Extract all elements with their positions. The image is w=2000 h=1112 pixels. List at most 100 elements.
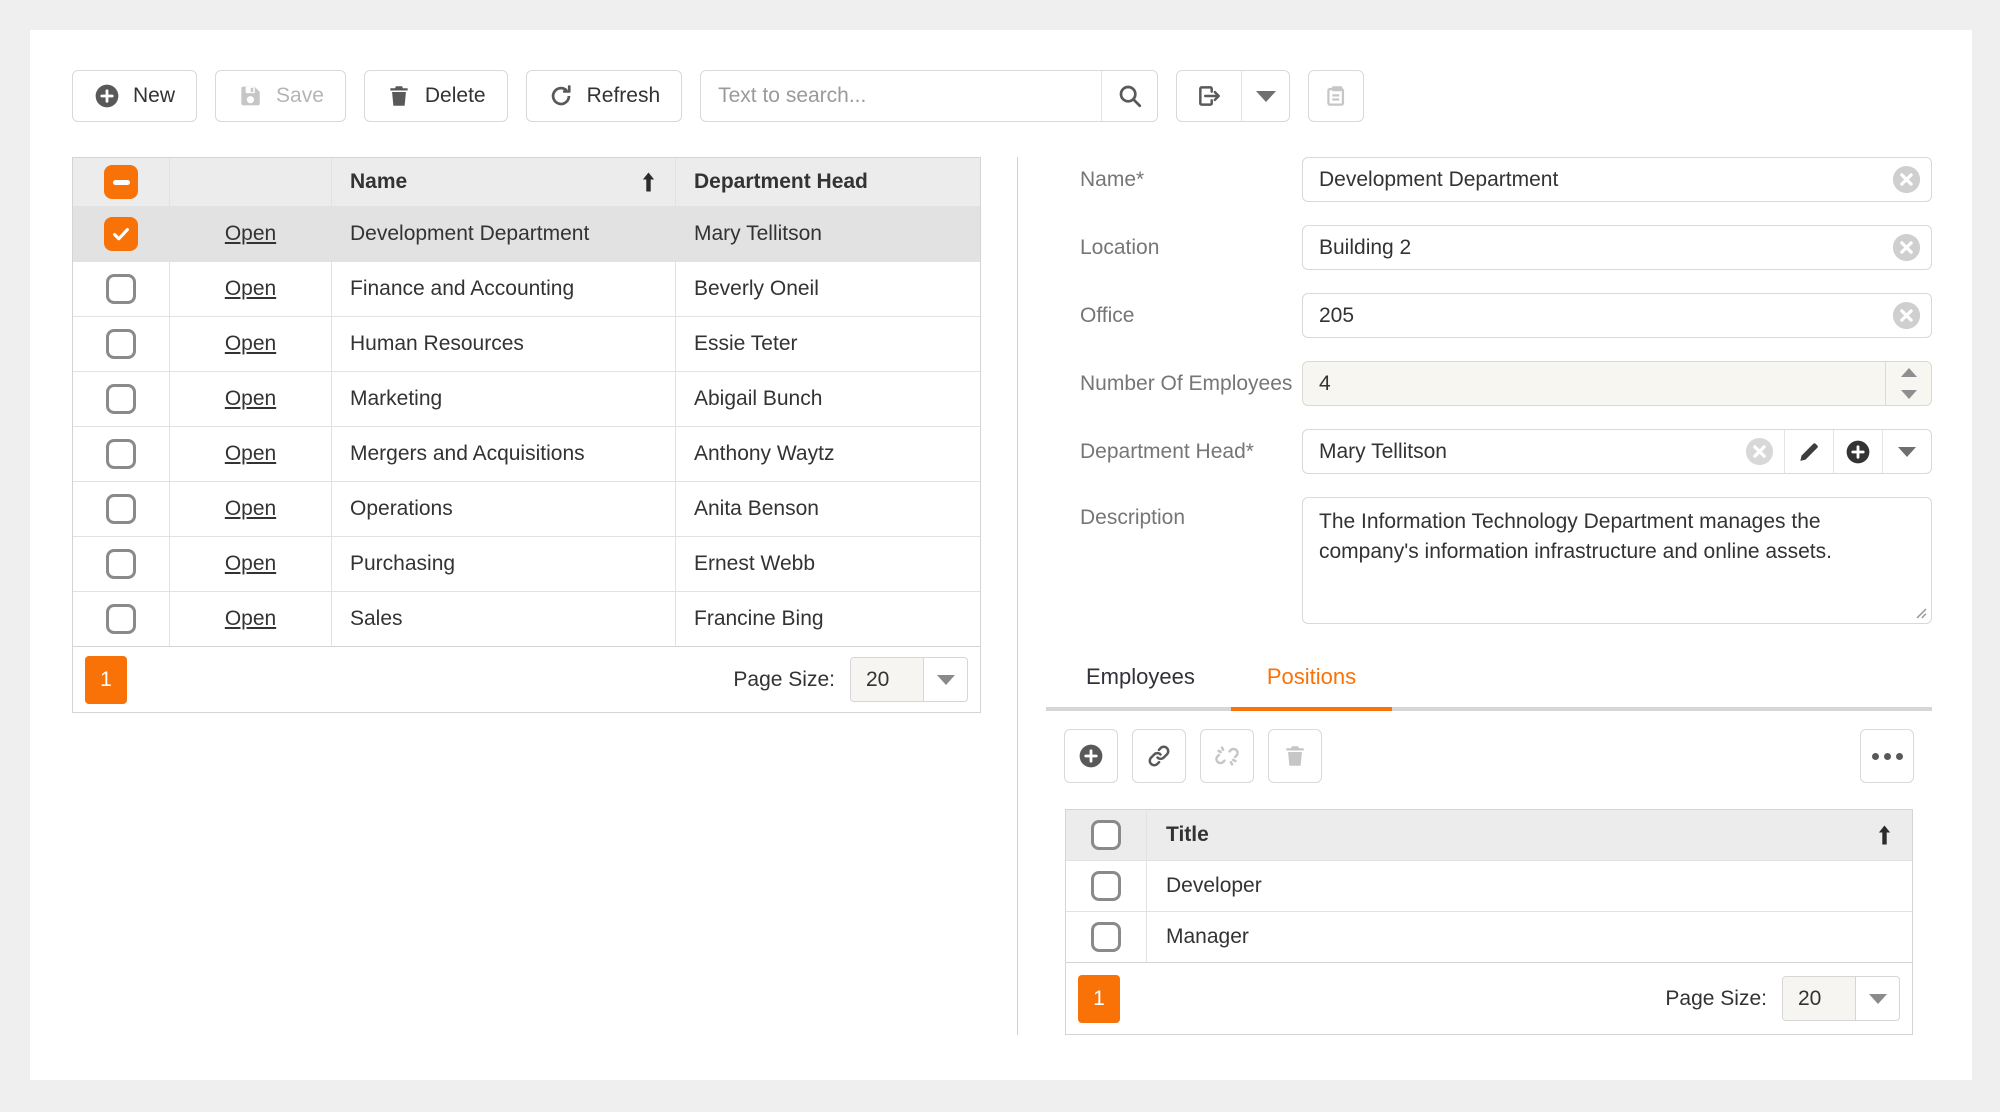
- row-checkbox[interactable]: [106, 439, 136, 469]
- spin-down-button[interactable]: [1886, 384, 1931, 406]
- lookup-dropdown-button[interactable]: [1882, 430, 1931, 473]
- page-1-button[interactable]: 1: [85, 656, 127, 704]
- main-toolbar: New Save Delete Refresh: [72, 70, 1364, 122]
- office-input[interactable]: [1303, 304, 1891, 328]
- title-column-header[interactable]: Title: [1146, 810, 1912, 860]
- open-link[interactable]: Open: [225, 552, 276, 576]
- name-column-label: Name: [350, 170, 407, 194]
- resize-handle-icon[interactable]: [1916, 608, 1927, 619]
- number-of-employees-input[interactable]: [1303, 372, 1885, 396]
- search-box: [700, 70, 1158, 122]
- table-row[interactable]: Open Human Resources Essie Teter: [73, 316, 980, 371]
- table-row[interactable]: Open Purchasing Ernest Webb: [73, 536, 980, 591]
- name-field-label: Name*: [1046, 157, 1302, 202]
- open-link[interactable]: Open: [225, 222, 276, 246]
- name-cell: Sales: [331, 592, 675, 646]
- delete-position-button[interactable]: [1268, 729, 1322, 783]
- table-row[interactable]: Open Mergers and Acquisitions Anthony Wa…: [73, 426, 980, 481]
- clipboard-icon: [1323, 83, 1349, 109]
- row-checkbox[interactable]: [1091, 871, 1121, 901]
- name-cell: Operations: [331, 482, 675, 536]
- page-size-dropdown-button[interactable]: [1855, 977, 1899, 1020]
- sort-ascending-icon: [1876, 822, 1893, 848]
- tab-employees[interactable]: Employees: [1050, 647, 1231, 711]
- open-link[interactable]: Open: [225, 607, 276, 631]
- delete-button-label: Delete: [425, 84, 486, 108]
- title-column-label: Title: [1166, 823, 1209, 847]
- panel-divider: [1017, 157, 1018, 1035]
- delete-button[interactable]: Delete: [364, 70, 508, 122]
- department-head-column-header[interactable]: Department Head: [675, 158, 980, 206]
- caret-down-icon: [937, 675, 955, 685]
- chain-link-icon: [1146, 743, 1172, 769]
- clear-icon[interactable]: [1744, 436, 1775, 467]
- search-button[interactable]: [1101, 71, 1157, 121]
- export-button[interactable]: [1177, 71, 1241, 121]
- add-position-button[interactable]: [1064, 729, 1118, 783]
- link-button[interactable]: [1132, 729, 1186, 783]
- row-checkbox[interactable]: [106, 604, 136, 634]
- name-cell: Marketing: [331, 372, 675, 426]
- search-input[interactable]: [701, 71, 1101, 121]
- name-column-header[interactable]: Name: [331, 158, 675, 206]
- clear-icon[interactable]: [1891, 300, 1922, 331]
- location-input[interactable]: [1303, 236, 1891, 260]
- table-row[interactable]: Open Development Department Mary Tellits…: [73, 206, 980, 261]
- row-checkbox[interactable]: [106, 274, 136, 304]
- select-all-checkbox[interactable]: [104, 165, 138, 199]
- new-button[interactable]: New: [72, 70, 197, 122]
- clear-icon[interactable]: [1891, 232, 1922, 263]
- plus-circle-icon: [94, 83, 120, 109]
- title-cell: Manager: [1146, 912, 1912, 962]
- trash-icon: [386, 83, 412, 109]
- sort-ascending-icon: [640, 169, 657, 195]
- row-checkbox[interactable]: [106, 494, 136, 524]
- department-head-cell: Anita Benson: [675, 482, 980, 536]
- clipboard-button[interactable]: [1308, 70, 1364, 122]
- table-row[interactable]: Manager: [1066, 911, 1912, 962]
- number-of-employees-field: [1302, 361, 1932, 406]
- unlink-button[interactable]: [1200, 729, 1254, 783]
- tab-positions[interactable]: Positions: [1231, 647, 1392, 711]
- row-checkbox[interactable]: [106, 329, 136, 359]
- page-size-select[interactable]: 20: [1782, 976, 1900, 1021]
- table-row[interactable]: Open Finance and Accounting Beverly Onei…: [73, 261, 980, 316]
- ellipsis-icon: [1872, 753, 1903, 760]
- row-select-cell: [73, 592, 169, 646]
- table-row[interactable]: Open Marketing Abigail Bunch: [73, 371, 980, 426]
- clear-icon[interactable]: [1891, 164, 1922, 195]
- open-link[interactable]: Open: [225, 442, 276, 466]
- open-link[interactable]: Open: [225, 387, 276, 411]
- table-row[interactable]: Open Sales Francine Bing: [73, 591, 980, 646]
- description-textarea[interactable]: The Information Technology Department ma…: [1303, 498, 1931, 623]
- export-menu-button[interactable]: [1241, 71, 1289, 121]
- open-link[interactable]: Open: [225, 497, 276, 521]
- refresh-button[interactable]: Refresh: [526, 70, 683, 122]
- positions-grid: Title Developer Manager 1 Page Size: 20: [1065, 809, 1913, 1035]
- open-cell: Open: [169, 317, 331, 371]
- row-checkbox[interactable]: [106, 549, 136, 579]
- row-checkbox-checked[interactable]: [104, 217, 138, 251]
- department-head-input[interactable]: [1303, 440, 1744, 464]
- page-size-select[interactable]: 20: [850, 657, 968, 702]
- select-all-checkbox[interactable]: [1091, 820, 1121, 850]
- page-size-dropdown-button[interactable]: [923, 658, 967, 701]
- save-button[interactable]: Save: [215, 70, 346, 122]
- add-lookup-button[interactable]: [1833, 430, 1882, 473]
- table-row[interactable]: Developer: [1066, 860, 1912, 911]
- spin-up-button[interactable]: [1886, 362, 1931, 384]
- form-row-department-head: Department Head*: [1046, 429, 1932, 474]
- name-input[interactable]: [1303, 168, 1891, 192]
- more-options-button[interactable]: [1860, 729, 1914, 783]
- page-1-button[interactable]: 1: [1078, 975, 1120, 1023]
- export-icon: [1196, 83, 1222, 109]
- edit-lookup-button[interactable]: [1784, 430, 1833, 473]
- table-row[interactable]: Open Operations Anita Benson: [73, 481, 980, 536]
- open-link[interactable]: Open: [225, 277, 276, 301]
- caret-down-icon: [1869, 994, 1887, 1004]
- row-checkbox[interactable]: [106, 384, 136, 414]
- row-checkbox[interactable]: [1091, 922, 1121, 952]
- save-button-label: Save: [276, 84, 324, 108]
- open-cell: Open: [169, 537, 331, 591]
- open-link[interactable]: Open: [225, 332, 276, 356]
